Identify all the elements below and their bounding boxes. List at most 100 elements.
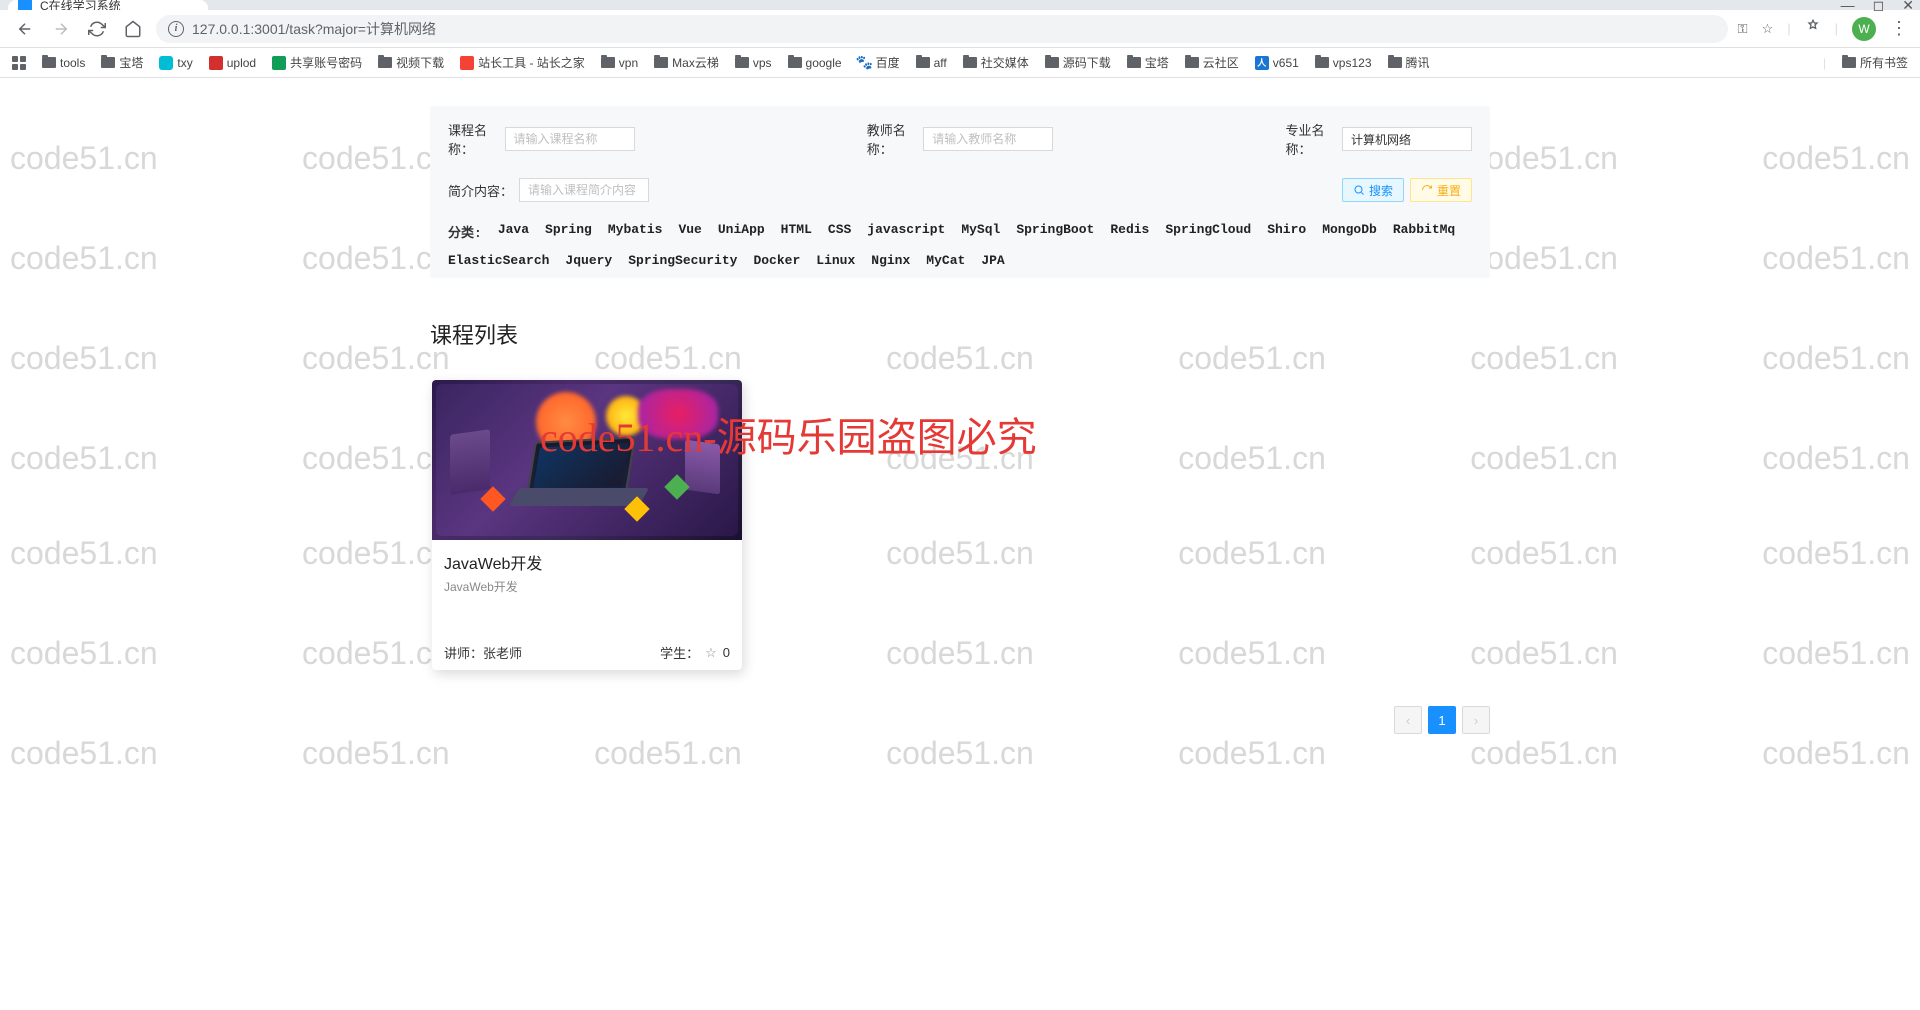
bookmark-item[interactable]: 站长工具 - 站长之家	[460, 54, 585, 71]
category-item[interactable]: CSS	[828, 222, 851, 241]
intro-input[interactable]	[519, 178, 649, 202]
tab-title: C在线学习系统	[40, 0, 121, 10]
reset-icon	[1421, 184, 1433, 196]
category-row: 分类: JavaSpringMybatisVueUniAppHTMLCSSjav…	[448, 222, 1472, 268]
bookmark-item[interactable]: 🐾百度	[858, 54, 900, 71]
teacher-input[interactable]	[923, 127, 1053, 151]
major-input[interactable]	[1342, 127, 1472, 151]
close-icon[interactable]: ✕	[1902, 0, 1914, 14]
all-bookmarks[interactable]: 所有书签	[1842, 54, 1908, 71]
bookmark-item[interactable]: Max云梯	[654, 54, 719, 71]
menu-icon[interactable]: ⋮	[1890, 18, 1908, 39]
site-info-icon[interactable]: i	[168, 21, 184, 37]
browser-chrome: C在线学习系统 — ◻ ✕ i 127.0.0.1:3001/task?majo…	[0, 0, 1920, 78]
apps-button[interactable]	[12, 56, 26, 70]
bookmark-item[interactable]: 社交媒体	[963, 54, 1029, 71]
category-item[interactable]: Spring	[545, 222, 592, 241]
category-item[interactable]: SpringSecurity	[628, 253, 737, 268]
course-subtitle: JavaWeb开发	[444, 578, 730, 595]
search-panel: 课程名称： 教师名称： 专业名称： 简介内容：	[430, 106, 1490, 278]
category-item[interactable]: HTML	[781, 222, 812, 241]
extensions-icon[interactable]	[1805, 19, 1821, 38]
category-item[interactable]: Shiro	[1267, 222, 1306, 241]
category-item[interactable]: Linux	[816, 253, 855, 268]
bookmark-item[interactable]: txy	[159, 56, 192, 70]
category-item[interactable]: RabbitMq	[1393, 222, 1455, 241]
bookmark-item[interactable]: 云社区	[1185, 54, 1239, 71]
browser-tab[interactable]: C在线学习系统	[8, 0, 208, 10]
folder-icon	[378, 57, 392, 68]
url-field[interactable]: i 127.0.0.1:3001/task?major=计算机网络	[156, 15, 1728, 43]
category-item[interactable]: Nginx	[871, 253, 910, 268]
bookmark-item[interactable]: uplod	[209, 56, 256, 70]
bookmark-item[interactable]: aff	[916, 56, 947, 70]
maximize-icon[interactable]: ◻	[1873, 0, 1885, 14]
folder-icon	[963, 57, 977, 68]
category-item[interactable]: MySql	[961, 222, 1000, 241]
teacher-label: 教师名称：	[867, 120, 918, 158]
bookmark-item[interactable]: 源码下载	[1045, 54, 1111, 71]
reset-button[interactable]: 重置	[1410, 178, 1472, 202]
star-icon[interactable]: ☆	[1762, 21, 1774, 37]
folder-icon	[601, 57, 615, 68]
bookmark-item[interactable]: vpn	[601, 56, 638, 70]
page-content: 课程名称： 教师名称： 专业名称： 简介内容：	[0, 78, 1920, 734]
back-button[interactable]	[12, 16, 38, 42]
forward-button[interactable]	[48, 16, 74, 42]
window-controls: — ◻ ✕	[1841, 0, 1914, 14]
bookmark-item[interactable]: 人v651	[1255, 56, 1299, 70]
category-item[interactable]: UniApp	[718, 222, 765, 241]
course-title: JavaWeb开发	[444, 550, 730, 574]
category-item[interactable]: MongoDb	[1322, 222, 1377, 241]
search-button[interactable]: 搜索	[1342, 178, 1404, 202]
v651-icon: 人	[1255, 56, 1269, 70]
category-item[interactable]: ElasticSearch	[448, 253, 549, 268]
uplod-icon	[209, 56, 223, 70]
major-label: 专业名称：	[1285, 120, 1336, 158]
folder-icon	[1388, 57, 1402, 68]
page-number[interactable]: 1	[1428, 706, 1456, 734]
zz-icon	[460, 56, 474, 70]
bookmark-item[interactable]: 共享账号密码	[272, 54, 362, 71]
bookmark-item[interactable]: vps	[735, 56, 772, 70]
bookmark-item[interactable]: tools	[42, 56, 85, 70]
key-icon[interactable]: ⚿	[1738, 21, 1748, 37]
folder-icon	[1315, 57, 1329, 68]
category-item[interactable]: SpringCloud	[1165, 222, 1251, 241]
profile-avatar[interactable]: W	[1852, 17, 1876, 41]
bookmark-item[interactable]: google	[788, 56, 842, 70]
folder-icon	[42, 57, 56, 68]
category-item[interactable]: Redis	[1110, 222, 1149, 241]
txy-icon	[159, 56, 173, 70]
category-item[interactable]: JPA	[981, 253, 1004, 268]
page-next[interactable]: ›	[1462, 706, 1490, 734]
course-students: 学生： ☆ 0	[660, 643, 730, 662]
folder-icon	[1185, 57, 1199, 68]
category-item[interactable]: Docker	[753, 253, 800, 268]
bookmark-item[interactable]: 宝塔	[1127, 54, 1169, 71]
list-title: 课程列表	[430, 318, 1490, 350]
bookmark-item[interactable]: 宝塔	[101, 54, 143, 71]
category-item[interactable]: Java	[498, 222, 529, 241]
reload-button[interactable]	[84, 16, 110, 42]
bookmark-item[interactable]: 腾讯	[1388, 54, 1430, 71]
category-item[interactable]: javascript	[867, 222, 945, 241]
category-item[interactable]: Vue	[678, 222, 701, 241]
bookmark-item[interactable]: 视频下载	[378, 54, 444, 71]
folder-icon	[735, 57, 749, 68]
course-input[interactable]	[505, 127, 635, 151]
folder-icon	[916, 57, 930, 68]
minimize-icon[interactable]: —	[1841, 0, 1855, 14]
pagination: ‹ 1 ›	[430, 706, 1490, 734]
category-item[interactable]: Jquery	[565, 253, 612, 268]
folder-icon	[654, 57, 668, 68]
course-card[interactable]: JavaWeb开发 JavaWeb开发 讲师：张老师 学生： ☆ 0	[432, 380, 742, 670]
page-prev[interactable]: ‹	[1394, 706, 1422, 734]
category-item[interactable]: MyCat	[926, 253, 965, 268]
favicon-icon	[18, 0, 32, 10]
intro-label: 简介内容：	[448, 181, 513, 200]
category-item[interactable]: SpringBoot	[1016, 222, 1094, 241]
category-item[interactable]: Mybatis	[608, 222, 663, 241]
bookmark-item[interactable]: vps123	[1315, 56, 1372, 70]
home-button[interactable]	[120, 16, 146, 42]
